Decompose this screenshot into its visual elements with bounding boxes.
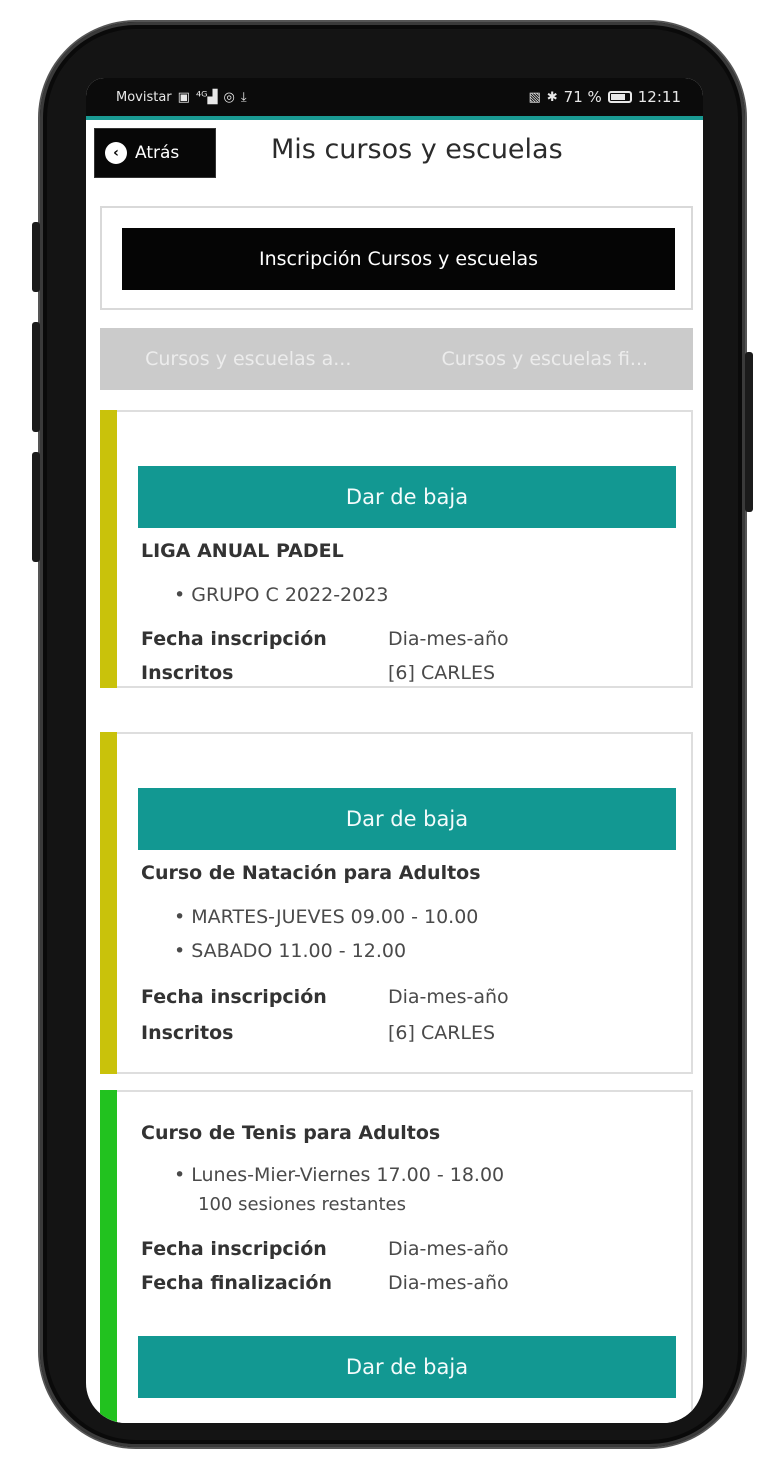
field-label: Fecha inscripción xyxy=(141,628,327,650)
back-button[interactable]: ‹ Atrás xyxy=(94,128,216,178)
signal-icon: ⁴ᴳ▟ xyxy=(195,89,218,105)
status-bar: Movistar ▣ ⁴ᴳ▟ ◎ ⤓ ▧ ✱ 71 % 12:11 xyxy=(86,78,703,116)
course-card: Dar de baja LIGA ANUAL PADEL • GRUPO C 2… xyxy=(100,410,693,688)
status-bar-green xyxy=(100,1090,117,1423)
battery-icon xyxy=(607,91,632,103)
field-value: [6] CARLES xyxy=(388,662,496,684)
field-label: Inscritos xyxy=(141,662,234,684)
course-card: Dar de baja Curso de Natación para Adult… xyxy=(100,732,693,1074)
phone-power-button xyxy=(745,352,753,512)
bluetooth-icon: ✱ xyxy=(546,89,558,105)
schedule-item: • Lunes-Mier-Viernes 17.00 - 18.00 xyxy=(174,1164,505,1186)
field-value: Dia-mes-año xyxy=(388,1272,509,1294)
phone-side-button xyxy=(32,222,40,292)
enroll-panel: Inscripción Cursos y escuelas xyxy=(100,206,693,310)
schedule-item: • SABADO 11.00 - 12.00 xyxy=(174,940,407,962)
field-label: Fecha inscripción xyxy=(141,1238,327,1260)
tab-active-courses[interactable]: Cursos y escuelas a... xyxy=(100,328,397,390)
course-card: Curso de Tenis para Adultos • Lunes-Mier… xyxy=(100,1090,693,1423)
field-value: [6] CARLES xyxy=(388,1022,496,1044)
unsubscribe-button[interactable]: Dar de baja xyxy=(138,466,676,528)
download-icon: ⤓ xyxy=(240,89,247,105)
carrier-label: Movistar xyxy=(116,89,172,105)
page-title: Mis cursos y escuelas xyxy=(271,134,563,165)
schedule-item: • GRUPO C 2022-2023 xyxy=(174,584,389,606)
schedule-item: • MARTES-JUEVES 09.00 - 10.00 xyxy=(174,906,479,928)
tab-finished-courses[interactable]: Cursos y escuelas fi... xyxy=(397,328,694,390)
whatsapp-icon: ◎ xyxy=(223,89,235,105)
battery-percent: 71 % xyxy=(563,88,602,106)
remaining-sessions: 100 sesiones restantes xyxy=(198,1194,406,1215)
unsubscribe-button[interactable]: Dar de baja xyxy=(138,788,676,850)
phone-side-button xyxy=(32,452,40,562)
status-bar-yellow xyxy=(100,732,117,1074)
course-title: Curso de Tenis para Adultos xyxy=(141,1122,441,1144)
nfc-icon: ▧ xyxy=(528,89,541,105)
field-value: Dia-mes-año xyxy=(388,1238,509,1260)
course-title: LIGA ANUAL PADEL xyxy=(141,540,344,562)
unsubscribe-button[interactable]: Dar de baja xyxy=(138,1336,676,1398)
course-tabs: Cursos y escuelas a... Cursos y escuelas… xyxy=(100,328,693,390)
phone-side-button xyxy=(32,322,40,432)
field-value: Dia-mes-año xyxy=(388,986,509,1008)
message-icon: ▣ xyxy=(177,89,190,105)
status-bar-yellow xyxy=(100,410,117,688)
field-label: Fecha inscripción xyxy=(141,986,327,1008)
field-label: Inscritos xyxy=(141,1022,234,1044)
chevron-left-icon: ‹ xyxy=(105,142,127,164)
app-screen: Movistar ▣ ⁴ᴳ▟ ◎ ⤓ ▧ ✱ 71 % 12:11 ‹ Atrá… xyxy=(86,78,703,1423)
enroll-courses-button[interactable]: Inscripción Cursos y escuelas xyxy=(122,228,675,290)
field-value: Dia-mes-año xyxy=(388,628,509,650)
field-label: Fecha finalización xyxy=(141,1272,333,1294)
back-label: Atrás xyxy=(135,143,180,163)
clock: 12:11 xyxy=(637,88,681,106)
app-header: ‹ Atrás Mis cursos y escuelas xyxy=(86,120,703,198)
course-title: Curso de Natación para Adultos xyxy=(141,862,481,884)
